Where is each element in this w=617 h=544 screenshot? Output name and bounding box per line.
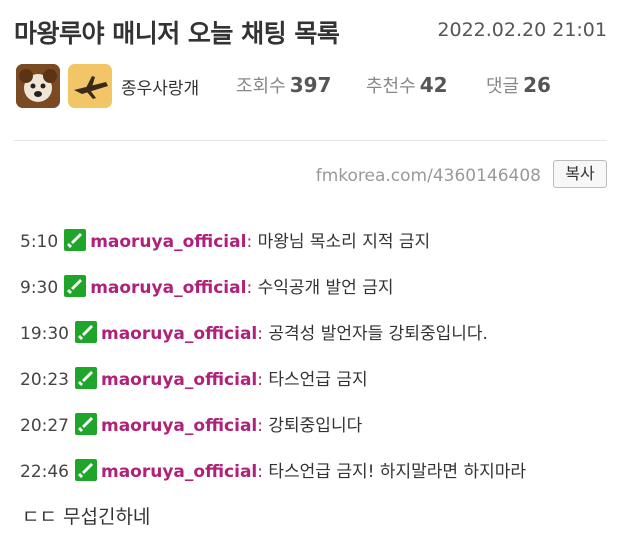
- post-title: 마왕루야 매니저 오늘 채팅 목록: [14, 19, 340, 48]
- moderator-sword-icon: [75, 459, 97, 481]
- chat-username[interactable]: maoruya_official: [101, 370, 257, 390]
- chat-message: 타스언급 금지! 하지말라면 하지마라: [262, 462, 527, 482]
- moderator-sword-icon: [75, 321, 97, 343]
- chat-message: 마왕님 목소리 지적 금지: [252, 232, 431, 252]
- recommend-count: 추천수 42: [366, 72, 448, 98]
- comment-count-label: 댓글: [486, 76, 520, 97]
- chat-username[interactable]: maoruya_official: [90, 278, 246, 298]
- chat-row: 20:23 maoruya_official: 타스언급 금지: [20, 365, 368, 393]
- chat-message: 타스언급 금지: [262, 370, 368, 390]
- post-url[interactable]: fmkorea.com/4360146408: [316, 166, 541, 186]
- chat-row: 5:10 maoruya_official: 마왕님 목소리 지적 금지: [20, 227, 430, 255]
- chat-message: 강퇴중입니다: [262, 416, 363, 436]
- moderator-sword-icon: [75, 413, 97, 435]
- chat-message: 수익공개 발언 금지: [252, 278, 394, 298]
- post-meta: 종우사랑개 조회수 397 추천수 42 댓글 26: [16, 64, 607, 108]
- chat-username[interactable]: maoruya_official: [101, 324, 257, 344]
- chat-time: 9:30: [20, 278, 59, 298]
- chat-username[interactable]: maoruya_official: [101, 416, 257, 436]
- chat-row: 22:46 maoruya_official: 타스언급 금지! 하지말라면 하지…: [20, 457, 526, 485]
- avatar[interactable]: [16, 64, 60, 108]
- post-body-text: ㄷㄷ 무섭긴하네: [22, 506, 151, 528]
- chat-time: 19:30: [20, 324, 69, 344]
- chat-username[interactable]: maoruya_official: [101, 462, 257, 482]
- recommend-count-label: 추천수: [366, 76, 416, 97]
- moderator-sword-icon: [64, 229, 87, 251]
- badge-image: [68, 64, 112, 108]
- view-count-label: 조회수: [236, 76, 286, 97]
- comment-count: 댓글 26: [486, 72, 551, 98]
- recommend-count-value: 42: [419, 73, 448, 97]
- chat-time: 20:27: [20, 416, 69, 436]
- plane-badge-icon: [68, 64, 112, 108]
- chat-row: 20:27 maoruya_official: 강퇴중입니다: [20, 411, 362, 439]
- chat-time: 5:10: [20, 232, 59, 252]
- chat-row: 19:30 maoruya_official: 공격성 발언자들 강퇴중입니다.: [20, 319, 488, 347]
- chat-row: 9:30 maoruya_official: 수익공개 발언 금지: [20, 273, 394, 301]
- copy-button[interactable]: 복사: [553, 160, 607, 188]
- divider: [14, 140, 607, 141]
- view-count: 조회수 397: [236, 72, 331, 98]
- comment-count-value: 26: [523, 73, 551, 97]
- view-count-value: 397: [289, 73, 332, 97]
- chat-time: 20:23: [20, 370, 69, 390]
- moderator-sword-icon: [75, 367, 97, 389]
- moderator-sword-icon: [64, 275, 87, 297]
- author-name[interactable]: 종우사랑개: [121, 74, 199, 99]
- dog-avatar-icon: [16, 64, 60, 108]
- chat-time: 22:46: [20, 462, 69, 482]
- post-header: 마왕루야 매니저 오늘 채팅 목록 2022.02.20 21:01: [14, 14, 607, 48]
- post-date: 2022.02.20 21:01: [437, 19, 607, 41]
- chat-message: 공격성 발언자들 강퇴중입니다.: [262, 324, 488, 344]
- chat-username[interactable]: maoruya_official: [90, 232, 246, 252]
